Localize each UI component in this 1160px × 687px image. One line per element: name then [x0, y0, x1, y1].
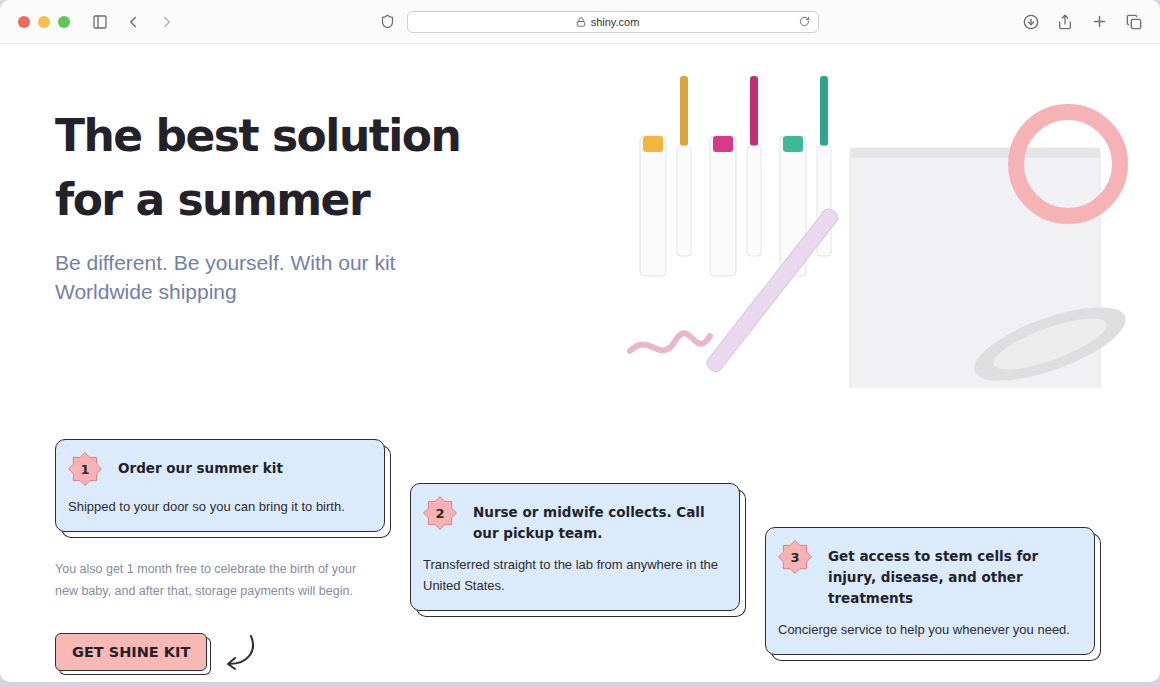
step-title: Get access to stem cells for injury, dis…: [828, 540, 1082, 609]
hero-title: The best solutionfor a summer: [55, 104, 595, 232]
step-number-badge: 2: [423, 496, 457, 530]
address-text[interactable]: shiny.com: [416, 16, 799, 28]
downloads-icon[interactable]: [1023, 14, 1039, 30]
step-card-header: 1 Order our summer kit: [68, 452, 372, 486]
step-number: 1: [68, 452, 102, 486]
step-number: 3: [778, 540, 812, 574]
lock-icon: [576, 17, 586, 27]
hero-title-line: for a summer: [55, 168, 595, 232]
close-button[interactable]: [18, 16, 30, 28]
curved-arrow-icon: [221, 632, 261, 672]
forward-icon[interactable]: [158, 13, 176, 31]
step-column: 1 Order our summer kit Shipped to your doo…: [55, 439, 385, 672]
step-card-header: 2 Nurse or midwife collects. Call our pic…: [423, 496, 727, 544]
get-kit-button[interactable]: GET SHINE KIT: [55, 633, 207, 671]
browser-window: shiny.com The best solutionfor a summer Be…: [0, 0, 1160, 682]
hero-subtitle-line: Worldwide shipping: [55, 277, 595, 306]
offer-note: You also get 1 month free to celebrate t…: [55, 558, 385, 602]
step-column: 2 Nurse or midwife collects. Call our pic…: [410, 483, 740, 611]
new-tab-icon[interactable]: [1091, 13, 1108, 30]
product-photo-icon: [620, 76, 1140, 388]
address-bar[interactable]: shiny.com: [407, 11, 819, 33]
step-number-badge: 1: [68, 452, 102, 486]
step-column: 3 Get access to stem cells for injury, di…: [765, 527, 1095, 655]
cta-row: GET SHINE KIT: [55, 632, 385, 672]
url: shiny.com: [591, 16, 640, 28]
browser-toolbar: shiny.com: [0, 0, 1160, 44]
window-controls: [18, 16, 70, 28]
steps-row: 1 Order our summer kit Shipped to your doo…: [55, 394, 1160, 672]
product-photo: [620, 76, 1140, 388]
step-number: 2: [423, 496, 457, 530]
step-body: Shipped to your door so you can bring it…: [68, 496, 372, 517]
step-card: 3 Get access to stem cells for injury, di…: [765, 527, 1095, 655]
hero-title-line: The best solution: [55, 104, 595, 168]
privacy-shield-icon[interactable]: [380, 14, 395, 29]
hero-text: The best solutionfor a summer Be differen…: [55, 76, 595, 394]
step-title: Order our summer kit: [118, 452, 283, 479]
back-icon[interactable]: [124, 13, 142, 31]
reload-icon[interactable]: [799, 16, 810, 27]
step-number-badge: 3: [778, 540, 812, 574]
step-body: Transferred straight to the lab from any…: [423, 554, 727, 596]
zoom-button[interactable]: [58, 16, 70, 28]
step-card: 2 Nurse or midwife collects. Call our pic…: [410, 483, 740, 611]
hero-section: The best solutionfor a summer Be differen…: [55, 76, 1160, 394]
hero-subtitle-line: Be different. Be yourself. With our kit: [55, 248, 595, 277]
step-card-header: 3 Get access to stem cells for injury, di…: [778, 540, 1082, 609]
hero-subtitle: Be different. Be yourself. With our kitW…: [55, 248, 595, 306]
tabs-overview-icon[interactable]: [1126, 14, 1142, 30]
step-body: Concierge service to help you whenever y…: [778, 619, 1082, 640]
sidebar-icon[interactable]: [92, 14, 108, 30]
landing-page: The best solutionfor a summer Be differen…: [0, 44, 1160, 682]
minimize-button[interactable]: [38, 16, 50, 28]
step-title: Nurse or midwife collects. Call our pick…: [473, 496, 727, 544]
step-card: 1 Order our summer kit Shipped to your doo…: [55, 439, 385, 532]
share-icon[interactable]: [1057, 14, 1073, 30]
